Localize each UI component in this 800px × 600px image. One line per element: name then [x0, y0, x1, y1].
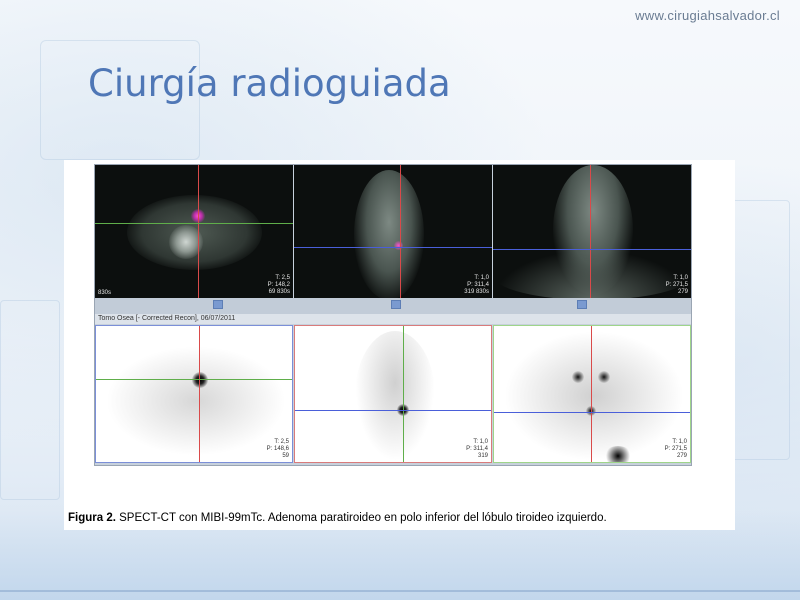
- crosshair-vertical: [198, 165, 199, 298]
- slide-title: Ciurgía radioguiada: [88, 62, 451, 105]
- study-status-strip: Tomo Osea [- Corrected Recon], 06/07/201…: [95, 314, 691, 324]
- background-bottom-line: [0, 590, 800, 592]
- spect-adenoma-focus: [192, 372, 208, 388]
- background-decoration: [0, 300, 60, 500]
- slice-slider-bar: [95, 298, 691, 314]
- ct-axial-panel[interactable]: 830s T: 2,5 P: 148,2 69 830s: [95, 165, 293, 298]
- readout-p: P: 311,4: [467, 282, 489, 288]
- crosshair-horizontal: [494, 412, 690, 413]
- corner-label: 830s: [98, 290, 112, 296]
- spect-axial-panel[interactable]: T: 2,5 P: 148,6 59: [95, 325, 293, 463]
- readout-p: P: 148,2: [267, 282, 290, 288]
- figure-caption: Figura 2. SPECT-CT con MIBI-99mTc. Adeno…: [68, 512, 733, 524]
- panel-readout: T: 1,0 P: 271,5 279: [665, 439, 687, 460]
- spect-background-uptake: [504, 331, 684, 461]
- readout-slice: 279: [677, 289, 688, 295]
- figure-caption-label: Figura 2.: [68, 512, 116, 524]
- slice-slider-handle-coronal[interactable]: [577, 300, 587, 309]
- readout-slice: 69 830s: [268, 289, 290, 295]
- spect-heart-uptake: [604, 446, 632, 462]
- crosshair-horizontal: [493, 249, 691, 250]
- readout-t: T: 1,0: [672, 439, 687, 445]
- readout-slice: 319: [477, 453, 488, 459]
- crosshair-vertical: [400, 165, 401, 298]
- spect-salivary-focus: [572, 371, 584, 383]
- figure-caption-text: SPECT-CT con MIBI-99mTc. Adenoma paratir…: [119, 512, 607, 524]
- readout-t: T: 2,5: [274, 439, 289, 445]
- spect-coronal-panel[interactable]: T: 1,0 P: 271,5 279: [493, 325, 691, 463]
- figure-card: 830s T: 2,5 P: 148,2 69 830s T: 1,0 P: 3…: [64, 160, 735, 530]
- panel-readout: T: 1,0 P: 311,4 319 830s: [464, 275, 489, 296]
- readout-t: T: 1,0: [673, 275, 688, 281]
- crosshair-vertical: [403, 326, 404, 462]
- panel-readout: T: 2,5 P: 148,6 59: [267, 439, 289, 460]
- ct-shoulders: [493, 250, 691, 298]
- readout-t: T: 1,0: [474, 275, 489, 281]
- spect-background-uptake: [106, 346, 286, 456]
- crosshair-horizontal: [96, 379, 292, 380]
- slice-slider-handle-axial[interactable]: [213, 300, 223, 309]
- site-url: www.cirugiahsalvador.cl: [635, 8, 780, 23]
- panel-readout: T: 1,0 P: 311,4 319: [466, 439, 488, 460]
- ct-uptake-focus: [394, 241, 403, 250]
- readout-p: P: 148,6: [266, 446, 289, 452]
- readout-p: P: 271,5: [665, 282, 688, 288]
- panel-readout: T: 1,0 P: 271,5 279: [666, 275, 688, 296]
- spect-salivary-focus: [598, 371, 610, 383]
- crosshair-vertical: [199, 326, 200, 462]
- readout-slice: 319 830s: [464, 289, 489, 295]
- readout-t: T: 2,5: [275, 275, 290, 281]
- crosshair-vertical: [591, 326, 592, 462]
- slice-slider-handle-sagittal[interactable]: [391, 300, 401, 309]
- panel-readout: T: 2,5 P: 148,2 69 830s: [268, 275, 290, 296]
- spect-ct-viewer: 830s T: 2,5 P: 148,2 69 830s T: 1,0 P: 3…: [94, 164, 692, 466]
- readout-p: P: 311,4: [466, 446, 488, 452]
- spect-sagittal-panel[interactable]: T: 1,0 P: 311,4 319: [294, 325, 492, 463]
- readout-t: T: 1,0: [473, 439, 488, 445]
- readout-p: P: 271,5: [664, 446, 687, 452]
- crosshair-horizontal: [95, 223, 293, 224]
- readout-slice: 59: [282, 453, 289, 459]
- crosshair-vertical: [590, 165, 591, 298]
- crosshair-horizontal: [295, 410, 491, 411]
- ct-coronal-panel[interactable]: T: 1,0 P: 271,5 279: [493, 165, 691, 298]
- ct-head-sagittal: [354, 170, 424, 298]
- crosshair-horizontal: [294, 247, 492, 248]
- readout-slice: 279: [676, 453, 687, 459]
- spect-background-uptake: [355, 331, 435, 461]
- ct-sagittal-panel[interactable]: T: 1,0 P: 311,4 319 830s: [294, 165, 492, 298]
